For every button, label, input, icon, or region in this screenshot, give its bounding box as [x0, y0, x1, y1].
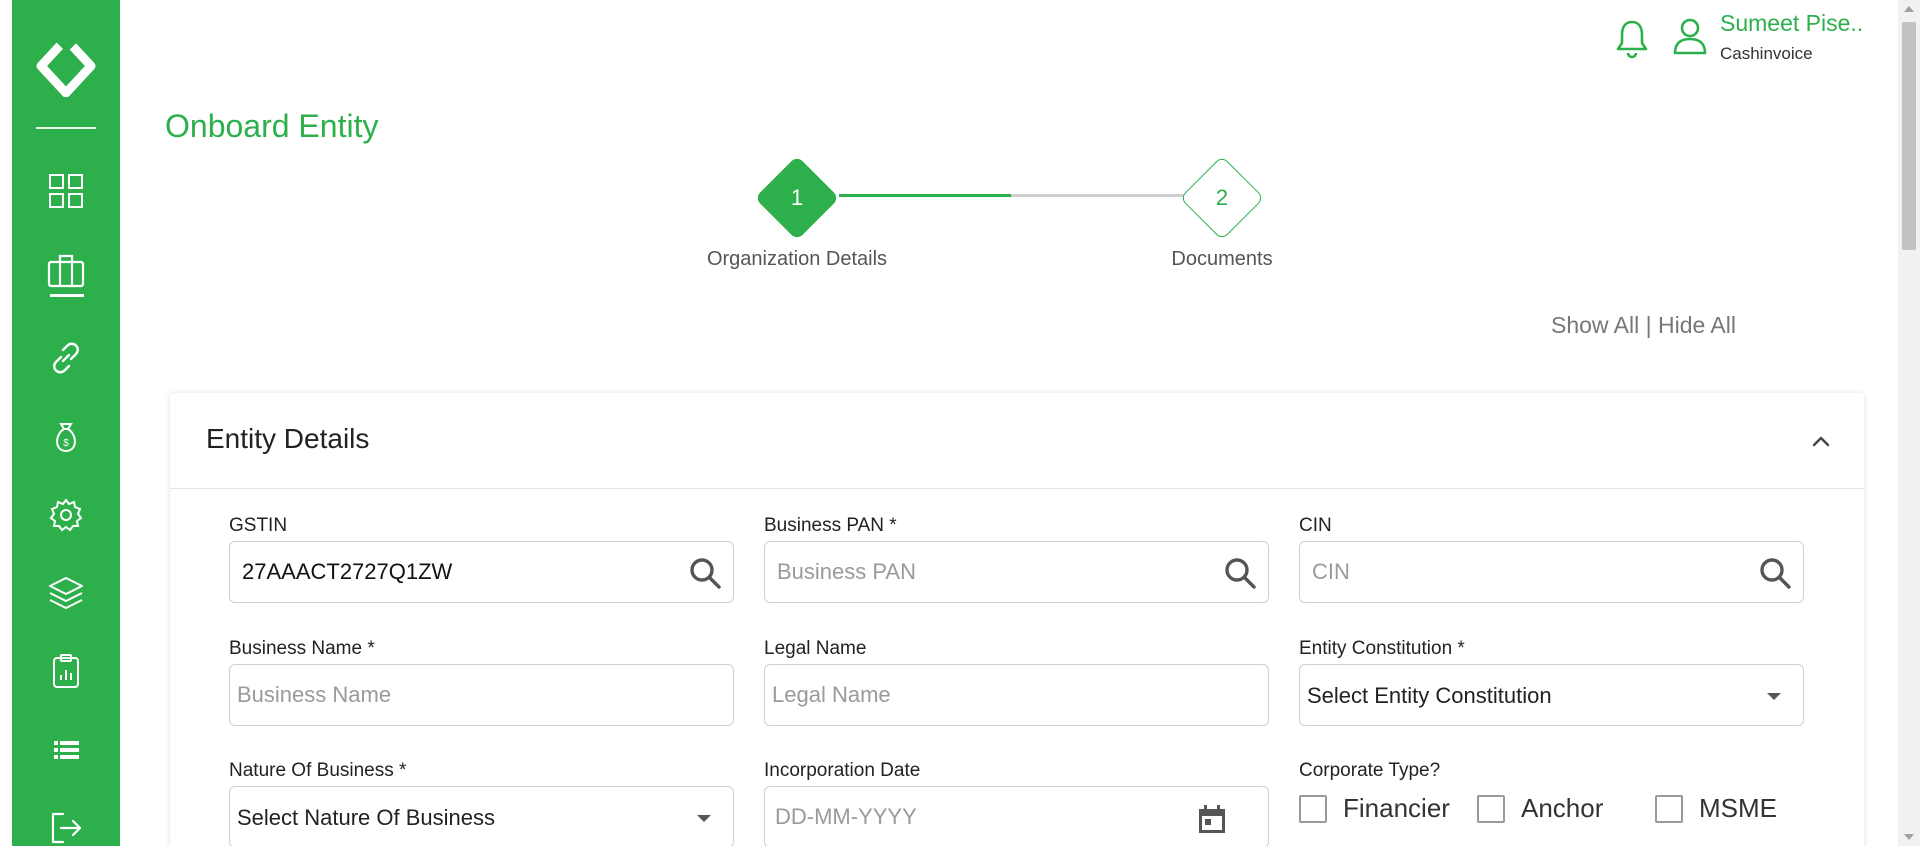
entity-constitution-value: Select Entity Constitution: [1307, 683, 1552, 708]
entity-constitution-select[interactable]: Select Entity Constitution: [1299, 664, 1804, 726]
scroll-down-arrow-icon[interactable]: [1904, 834, 1914, 840]
calendar-icon[interactable]: [1196, 803, 1228, 835]
incorporation-date-field: [764, 786, 1269, 846]
stepper-progress-line: [839, 194, 1011, 197]
money-bag-icon: $: [56, 423, 76, 453]
business-name-input[interactable]: [230, 665, 733, 725]
incorporation-date-label: Incorporation Date: [764, 760, 921, 781]
legal-name-label: Legal Name: [764, 638, 867, 659]
anchor-checkbox-box[interactable]: [1477, 794, 1505, 823]
incorporation-date-input[interactable]: [765, 787, 1268, 846]
msme-label: MSME: [1699, 793, 1777, 823]
briefcase-icon: [47, 254, 85, 288]
gstin-label: GSTIN: [229, 515, 288, 536]
scrollbar-thumb[interactable]: [1902, 22, 1916, 250]
stepper-remaining-line: [1011, 194, 1186, 197]
clipboard-icon: [53, 654, 79, 688]
anchor-label: Anchor: [1521, 793, 1604, 823]
legal-name-field: [764, 664, 1269, 726]
scroll-up-arrow-icon[interactable]: [1904, 6, 1914, 12]
business-pan-search-icon[interactable]: [1222, 555, 1258, 591]
business-pan-label: Business PAN *: [764, 515, 897, 536]
sidebar-item-settings[interactable]: [38, 487, 94, 543]
entity-details-card: Entity Details: [170, 393, 1864, 846]
business-pan-input[interactable]: [765, 542, 1268, 602]
sidebar-item-layers[interactable]: [38, 565, 94, 621]
legal-name-input[interactable]: [765, 665, 1268, 725]
sidebar-item-entities[interactable]: [38, 243, 94, 299]
business-name-field: [229, 664, 734, 726]
anchor-checkbox[interactable]: Anchor: [1477, 793, 1603, 824]
list-icon: [54, 741, 79, 759]
sidebar-item-dashboard[interactable]: [38, 163, 94, 219]
toggle-separator: |: [1639, 312, 1658, 338]
business-pan-field: [764, 541, 1269, 603]
corporate-type-label: Corporate Type?: [1299, 760, 1441, 781]
sidebar-divider: [36, 127, 96, 129]
window-edge: [0, 0, 12, 846]
cin-search-icon[interactable]: [1757, 555, 1793, 591]
financier-checkbox[interactable]: Financier: [1299, 793, 1450, 824]
logout-icon: [51, 812, 82, 844]
gstin-search-icon[interactable]: [687, 555, 723, 591]
step-2-number: 2: [1215, 185, 1229, 210]
show-all-link[interactable]: Show All: [1551, 312, 1639, 338]
business-name-label: Business Name *: [229, 638, 375, 659]
user-avatar-icon[interactable]: [1671, 16, 1709, 56]
svg-text:$: $: [63, 438, 69, 449]
nature-of-business-select[interactable]: Select Nature Of Business: [229, 786, 734, 846]
cin-label: CIN: [1299, 515, 1332, 536]
notification-bell-icon[interactable]: [1613, 18, 1651, 60]
sidebar-item-list[interactable]: [38, 722, 94, 778]
sidebar-item-links[interactable]: [38, 330, 94, 386]
cin-field: [1299, 541, 1804, 603]
gstin-input[interactable]: [230, 542, 733, 602]
msme-checkbox[interactable]: MSME: [1655, 793, 1777, 824]
entity-constitution-label: Entity Constitution *: [1299, 638, 1465, 659]
user-name[interactable]: Sumeet Pise..: [1720, 10, 1863, 37]
user-company: Cashinvoice: [1720, 44, 1813, 63]
sidebar-item-reports[interactable]: [38, 643, 94, 699]
financier-checkbox-box[interactable]: [1299, 794, 1327, 823]
sidebar-item-finance[interactable]: $: [38, 409, 94, 465]
nature-of-business-value: Select Nature Of Business: [237, 805, 496, 830]
app-logo[interactable]: [35, 35, 97, 97]
sidebar-item-logout[interactable]: [38, 800, 94, 846]
section-toggle-links: Show All | Hide All: [1551, 312, 1736, 339]
msme-checkbox-box[interactable]: [1655, 794, 1683, 823]
step-1-number: 1: [790, 185, 804, 210]
caret-down-icon: [1767, 693, 1781, 700]
step-2-label[interactable]: Documents: [1092, 248, 1352, 271]
gstin-field: [229, 541, 734, 603]
step-1-label[interactable]: Organization Details: [667, 248, 927, 271]
layers-icon: [49, 577, 83, 609]
link-icon: [53, 342, 79, 374]
page-title: Onboard Entity: [165, 108, 379, 144]
caret-down-icon: [697, 815, 711, 822]
nature-of-business-label: Nature Of Business *: [229, 760, 407, 781]
sidebar: $: [12, 0, 120, 846]
chevron-up-icon[interactable]: [1812, 433, 1830, 451]
hide-all-link[interactable]: Hide All: [1658, 312, 1736, 338]
cin-input[interactable]: [1300, 542, 1803, 602]
dashboard-grid-icon: [49, 174, 83, 208]
financier-label: Financier: [1343, 793, 1450, 823]
gear-icon: [49, 498, 83, 532]
section-title: Entity Details: [206, 423, 370, 454]
page-scrollbar[interactable]: [1898, 0, 1920, 846]
entity-details-header[interactable]: Entity Details: [170, 393, 1864, 489]
